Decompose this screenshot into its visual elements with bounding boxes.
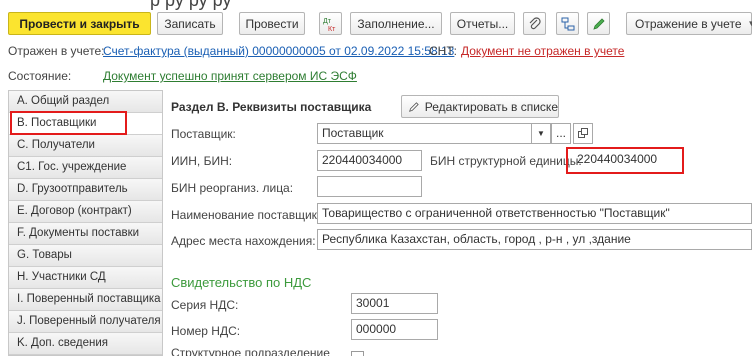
iin-field[interactable]: 220440034000 <box>317 150 422 171</box>
vat-number-label: Номер НДС: <box>171 324 241 338</box>
invoice-link[interactable]: Счет-фактура (выданный) 00000000005 от 0… <box>103 44 454 58</box>
tab-general[interactable]: А. Общий раздел <box>9 91 162 113</box>
supplier-value: Поставщик <box>322 126 384 140</box>
struct-unit-label: Структурное подразделение <box>171 346 330 356</box>
accounting-label: Отражение в учете <box>635 16 742 31</box>
tab-supplier-agent[interactable]: I. Поверенный поставщика <box>9 289 162 311</box>
edit-icon[interactable] <box>587 12 610 35</box>
pencil-icon <box>409 101 419 112</box>
reports-button[interactable]: Отчеты... <box>450 12 515 35</box>
save-button[interactable]: Записать <box>157 12 223 35</box>
bin-reorg-label: БИН реорганиз. лица: <box>171 181 294 195</box>
fill-button[interactable]: Заполнение... <box>350 12 442 35</box>
vat-number-field[interactable]: 000000 <box>351 319 438 340</box>
tab-extra-info[interactable]: K. Доп. сведения <box>9 333 162 355</box>
bin-reorg-field[interactable] <box>317 176 422 197</box>
chevron-down-icon: ▼ <box>747 19 752 28</box>
cnt-link[interactable]: Документ не отражен в учете <box>461 44 624 58</box>
tab-contract[interactable]: E. Договор (контракт) <box>9 201 162 223</box>
bin-struct-label: БИН структурной единицы: <box>430 154 582 168</box>
tab-recipients[interactable]: С. Получатели <box>9 135 162 157</box>
supplier-label: Поставщик: <box>171 127 236 141</box>
dt-kt-glyph: Дт Кт <box>323 18 336 33</box>
post-button[interactable]: Провести <box>239 12 305 35</box>
svg-text:Дт: Дт <box>323 18 332 25</box>
address-field[interactable]: Республика Казахстан, область, город , р… <box>317 229 752 250</box>
vat-heading: Свидетельство по НДС <box>171 275 312 290</box>
dt-kt-icon[interactable]: Дт Кт <box>319 12 342 35</box>
section-title: Раздел В. Реквизиты поставщика <box>171 100 372 114</box>
name-field[interactable]: Товарищество с ограниченной ответственно… <box>317 203 752 224</box>
highlight-bin-struct <box>566 147 684 174</box>
tab-recipient-agent[interactable]: J. Поверенный получателя <box>9 311 162 333</box>
iin-label: ИИН, БИН: <box>171 154 233 168</box>
supplier-dropdown-arrow-icon[interactable]: ▼ <box>531 123 551 144</box>
edit-in-list-button[interactable]: Редактировать в списке <box>401 95 559 118</box>
reflected-label: Отражен в учете: <box>8 44 105 58</box>
supplier-select-button[interactable]: ... <box>551 123 571 144</box>
sidebar-divider <box>162 90 163 356</box>
tab-delivery-docs[interactable]: F. Документы поставки <box>9 223 162 245</box>
tab-shipper[interactable]: D. Грузоотправитель <box>9 179 162 201</box>
structure-icon[interactable] <box>556 12 579 35</box>
svg-text:Кт: Кт <box>328 26 336 33</box>
accounting-dropdown[interactable]: Отражение в учете ▼ <box>626 12 752 35</box>
window-title: р ру ру ру <box>150 0 232 10</box>
attachment-icon[interactable] <box>523 12 546 35</box>
tab-gov-institution[interactable]: С1. Гос. учреждение <box>9 157 162 179</box>
tab-goods[interactable]: G. Товары <box>9 245 162 267</box>
vat-series-field[interactable]: 30001 <box>351 293 438 314</box>
highlight-tab-suppliers <box>10 111 127 135</box>
vat-series-label: Серия НДС: <box>171 298 239 312</box>
supplier-field[interactable]: Поставщик <box>317 123 551 144</box>
edit-in-list-label: Редактировать в списке <box>424 99 558 114</box>
cnt-label: СНТ: <box>429 44 457 58</box>
state-link[interactable]: Документ успешно принят сервером ИС ЭСФ <box>103 69 357 83</box>
name-label: Наименование поставщика: <box>171 208 328 222</box>
struct-unit-checkbox[interactable] <box>351 351 364 356</box>
tab-participants[interactable]: H. Участники СД <box>9 267 162 289</box>
open-supplier-icon[interactable] <box>573 123 593 144</box>
post-and-close-button[interactable]: Провести и закрыть <box>8 12 151 35</box>
state-label: Состояние: <box>8 69 72 83</box>
address-label: Адрес места нахождения: <box>171 234 316 248</box>
